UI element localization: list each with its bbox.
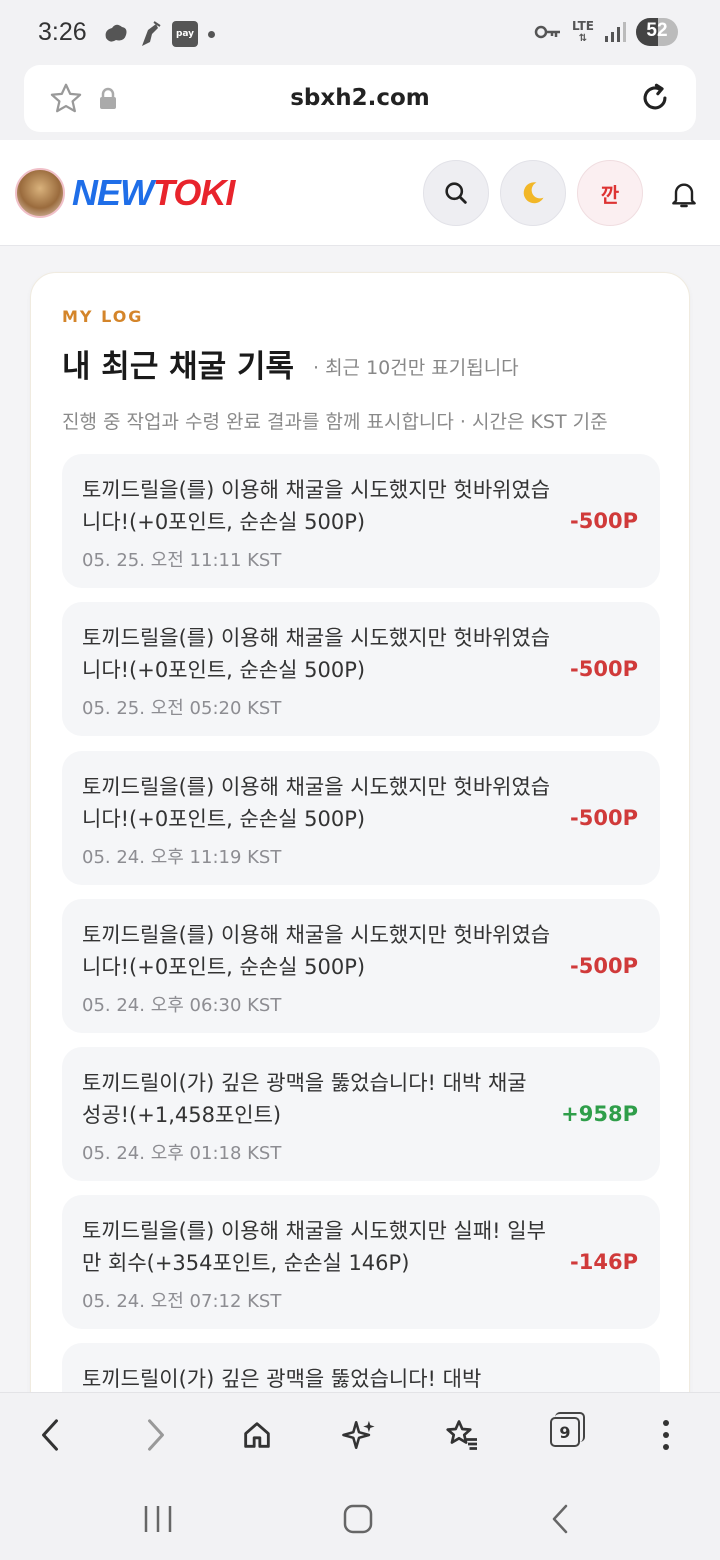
star-list-icon[interactable] — [444, 1417, 480, 1453]
log-message: 토끼드릴을(를) 이용해 채굴을 시도했지만 실패! 일부만 회수(+354포인… — [82, 1219, 546, 1275]
status-time: 3:26 — [38, 18, 87, 46]
more-vertical-icon[interactable] — [656, 1417, 676, 1453]
network-type: LTE ⇅ — [571, 18, 594, 44]
search-icon — [445, 182, 467, 204]
site-logo[interactable]: NEWTOKI — [72, 172, 235, 214]
address-bar-container: sbxh2.com — [0, 64, 720, 140]
theme-toggle-button[interactable] — [500, 160, 566, 226]
site-logo-avatar[interactable] — [15, 168, 65, 218]
log-message: 토끼드릴을(를) 이용해 채굴을 시도했지만 헛바위였습니다!(+0포인트, 순… — [82, 923, 551, 979]
status-bar: 3:26 pay LTE ⇅ 52 — [0, 0, 720, 64]
reload-icon[interactable] — [638, 81, 672, 115]
tabs-button[interactable]: 9 — [550, 1412, 585, 1447]
search-button[interactable] — [423, 160, 489, 226]
log-item: 토끼드릴을(를) 이용해 채굴을 시도했지만 헛바위였습니다!(+0포인트, 순… — [62, 751, 660, 885]
status-right-icons: LTE ⇅ 52 — [534, 18, 678, 46]
mining-log-card: MY LOG 내 최근 채굴 기록 · 최근 10건만 표기됩니다 진행 중 작… — [30, 272, 690, 1477]
system-nav-bar — [0, 1478, 720, 1560]
card-description: 진행 중 작업과 수령 완료 결과를 함께 표시합니다 · 시간은 KST 기준 — [62, 411, 608, 433]
log-amount: -500P — [570, 657, 638, 681]
log-time: 05. 25. 오전 11:11 KST — [82, 550, 282, 571]
log-message: 토끼드릴을(를) 이용해 채굴을 시도했지만 헛바위였습니다!(+0포인트, 순… — [82, 775, 551, 831]
card-title: 내 최근 채굴 기록 — [62, 349, 295, 385]
log-time: 05. 25. 오전 05:20 KST — [82, 698, 282, 719]
kkan-label: 깐 — [600, 182, 620, 207]
log-amount: -500P — [570, 806, 638, 830]
log-message: 토끼드릴을(를) 이용해 채굴을 시도했지만 헛바위였습니다!(+0포인트, 순… — [82, 478, 551, 534]
card-subtitle: · 최근 10건만 표기됩니다 — [313, 357, 519, 379]
more-notifications-dot — [208, 30, 215, 38]
home-nav-icon[interactable] — [342, 1504, 374, 1534]
log-time: 05. 24. 오후 06:30 KST — [82, 995, 282, 1016]
log-message: 토끼드릴을(를) 이용해 채굴을 시도했지만 헛바위였습니다!(+0포인트, 순… — [82, 626, 551, 682]
signal-icon — [605, 22, 626, 42]
url-text[interactable]: sbxh2.com — [24, 85, 696, 111]
log-amount: -146P — [570, 1250, 638, 1274]
kkan-button[interactable]: 깐 — [577, 160, 643, 226]
key-icon — [534, 25, 560, 39]
log-amount: +958P — [561, 1102, 638, 1126]
logo-text-new: NEW — [72, 172, 154, 213]
tab-count: 9 — [559, 1422, 571, 1442]
battery-level: 52 — [646, 20, 668, 41]
log-time: 05. 24. 오후 11:19 KST — [82, 847, 282, 868]
log-message: 토끼드릴이(가) 깊은 광맥을 뚫었습니다! 대박 채굴 성공!(+1,458포… — [82, 1071, 527, 1127]
home-icon[interactable] — [240, 1417, 274, 1453]
bell-icon[interactable] — [668, 178, 700, 210]
site-header: NEWTOKI 깐 — [0, 140, 720, 246]
battery-indicator: 52 — [636, 18, 678, 46]
log-amount: -500P — [570, 954, 638, 978]
logo-text-toki: TOKI — [153, 172, 235, 213]
log-amount: -500P — [570, 509, 638, 533]
log-item: 토끼드릴을(를) 이용해 채굴을 시도했지만 헛바위였습니다!(+0포인트, 순… — [62, 899, 660, 1033]
log-item: 토끼드릴이(가) 깊은 광맥을 뚫었습니다! 대박 채굴 성공!(+1,458포… — [62, 1047, 660, 1181]
address-bar[interactable]: sbxh2.com — [24, 65, 696, 132]
log-time: 05. 24. 오전 07:12 KST — [82, 1291, 282, 1312]
log-item: 토끼드릴을(를) 이용해 채굴을 시도했지만 헛바위였습니다!(+0포인트, 순… — [62, 602, 660, 736]
log-time: 05. 24. 오후 01:18 KST — [82, 1143, 282, 1164]
pay-icon: pay — [172, 21, 198, 47]
back-nav-icon[interactable] — [548, 1504, 572, 1534]
sparkle-icon[interactable] — [342, 1417, 376, 1453]
log-message: 토끼드릴이(가) 깊은 광맥을 뚫었습니다! 대박 — [82, 1367, 482, 1391]
log-item: 토끼드릴을(를) 이용해 채굴을 시도했지만 헛바위였습니다!(+0포인트, 순… — [62, 454, 660, 588]
browser-toolbar: 9 — [0, 1392, 720, 1478]
moon-icon — [523, 182, 544, 204]
card-eyebrow: MY LOG — [62, 307, 144, 326]
app-notification-icon — [142, 21, 161, 46]
log-item: 토끼드릴을(를) 이용해 채굴을 시도했지만 실패! 일부만 회수(+354포인… — [62, 1195, 660, 1329]
cloud-notification-icon — [105, 24, 127, 42]
recent-apps-icon[interactable] — [142, 1504, 174, 1534]
chevron-right-icon[interactable] — [142, 1417, 170, 1453]
chevron-left-icon[interactable] — [36, 1417, 64, 1453]
status-left-icons: pay — [102, 20, 215, 48]
